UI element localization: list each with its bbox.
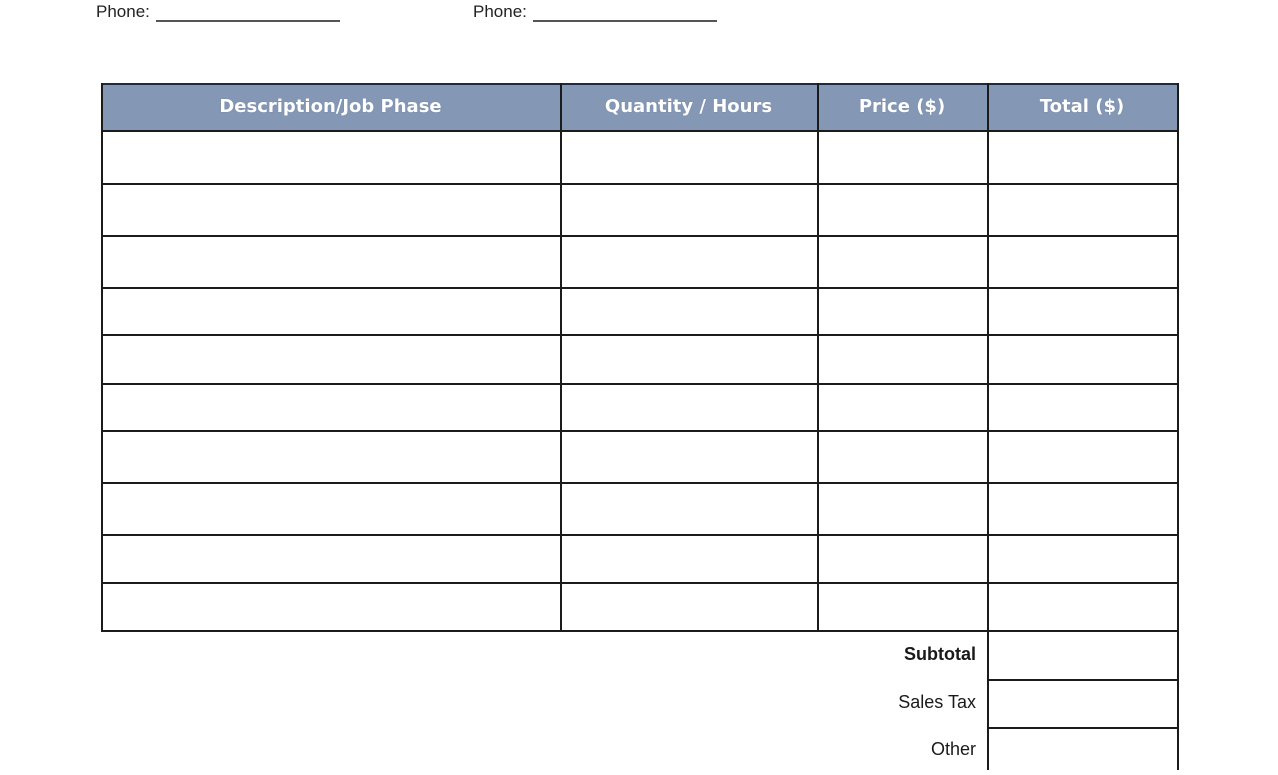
- row-divider: [101, 430, 1179, 432]
- table-cell[interactable]: [103, 432, 560, 482]
- column-header: Price ($): [817, 83, 987, 130]
- table-cell[interactable]: [989, 584, 1177, 630]
- table-cell[interactable]: [819, 289, 987, 334]
- table-cell[interactable]: [562, 336, 817, 383]
- other-value-field[interactable]: [989, 729, 1177, 775]
- column-divider: [1177, 83, 1179, 632]
- sales-tax-value-field[interactable]: [989, 681, 1177, 727]
- table-cell[interactable]: [819, 385, 987, 430]
- table-cell[interactable]: [989, 432, 1177, 482]
- table-cell[interactable]: [103, 185, 560, 235]
- table-cell[interactable]: [989, 484, 1177, 534]
- table-cell[interactable]: [989, 289, 1177, 334]
- row-divider: [101, 334, 1179, 336]
- summary-right-border: [1177, 630, 1179, 770]
- table-cell[interactable]: [103, 484, 560, 534]
- table-cell[interactable]: [103, 132, 560, 183]
- table-cell[interactable]: [103, 237, 560, 287]
- table-cell[interactable]: [989, 336, 1177, 383]
- table-cell[interactable]: [562, 237, 817, 287]
- column-divider: [817, 83, 819, 632]
- table-cell[interactable]: [562, 432, 817, 482]
- row-divider: [101, 582, 1179, 584]
- table-cell[interactable]: [103, 385, 560, 430]
- phone-label-left: Phone:: [96, 2, 150, 21]
- table-cell[interactable]: [103, 336, 560, 383]
- subtotal-value-field[interactable]: [989, 632, 1177, 679]
- table-cell[interactable]: [819, 336, 987, 383]
- phone-input-left[interactable]: [155, 2, 340, 22]
- table-cell[interactable]: [989, 185, 1177, 235]
- column-header: Quantity / Hours: [560, 83, 817, 130]
- table-cell[interactable]: [819, 584, 987, 630]
- table-cell[interactable]: [103, 584, 560, 630]
- row-divider: [101, 383, 1179, 385]
- phone-field-left: Phone:: [96, 2, 340, 22]
- table-cell[interactable]: [819, 432, 987, 482]
- table-cell[interactable]: [562, 484, 817, 534]
- table-cell[interactable]: [562, 289, 817, 334]
- phone-field-right: Phone:: [473, 2, 717, 22]
- table-cell[interactable]: [819, 185, 987, 235]
- table-cell[interactable]: [819, 536, 987, 582]
- table-cell[interactable]: [989, 536, 1177, 582]
- row-divider: [101, 287, 1179, 289]
- table-top-border: [101, 83, 1179, 85]
- table-cell[interactable]: [103, 536, 560, 582]
- table-cell[interactable]: [562, 584, 817, 630]
- column-divider: [101, 83, 103, 632]
- table-cell[interactable]: [562, 185, 817, 235]
- table-cell[interactable]: [819, 237, 987, 287]
- table-cell[interactable]: [989, 237, 1177, 287]
- row-divider: [101, 534, 1179, 536]
- row-divider: [101, 482, 1179, 484]
- column-header: Total ($): [987, 83, 1177, 130]
- table-cell[interactable]: [562, 385, 817, 430]
- subtotal-label: Subtotal: [904, 644, 976, 664]
- phone-label-right: Phone:: [473, 2, 527, 21]
- sales-tax-label: Sales Tax: [898, 692, 976, 712]
- row-divider: [101, 183, 1179, 185]
- table-cell[interactable]: [562, 536, 817, 582]
- row-divider: [101, 235, 1179, 237]
- column-header: Description/Job Phase: [101, 83, 560, 130]
- column-divider: [987, 83, 989, 632]
- table-cell[interactable]: [819, 132, 987, 183]
- table-cell[interactable]: [989, 385, 1177, 430]
- table-cell[interactable]: [819, 484, 987, 534]
- table-cell[interactable]: [989, 132, 1177, 183]
- other-label: Other: [930, 739, 976, 759]
- phone-input-right[interactable]: [532, 2, 717, 22]
- table-cell[interactable]: [103, 289, 560, 334]
- table-cell[interactable]: [562, 132, 817, 183]
- column-divider: [560, 83, 562, 632]
- row-divider: [101, 130, 1179, 132]
